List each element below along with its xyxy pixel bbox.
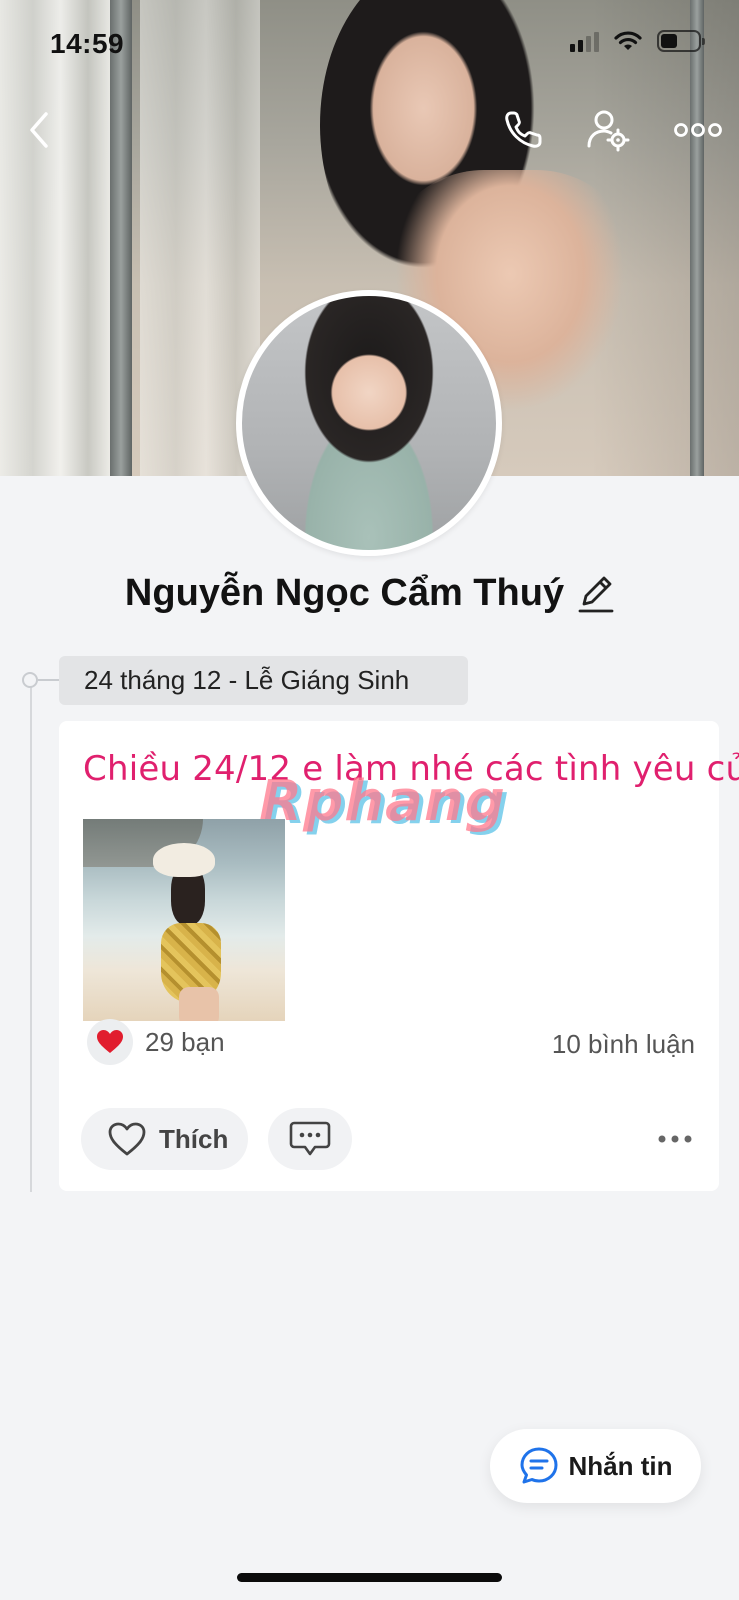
back-button[interactable] [12,102,68,158]
send-message-label: Nhắn tin [568,1450,673,1481]
message-icon [520,1447,557,1484]
post-more-button[interactable] [655,1119,695,1159]
timeline-dot [22,672,38,688]
more-horizontal-icon [658,1135,692,1143]
chevron-left-icon [30,112,48,148]
comment-icon [289,1121,331,1156]
status-time: 14:59 [50,28,125,59]
battery-fill [661,34,678,48]
profile-avatar[interactable] [236,290,502,556]
profile-screen: 14:59 Nguyễn Ngọc Cẩm Thuý 24 tháng 12 -… [0,0,739,1600]
profile-name-row: Nguyễn Ngọc Cẩm Thuý [0,572,739,615]
watermark-logo: Rphang [259,769,506,834]
phone-icon [505,111,542,148]
battery-icon [657,30,705,52]
send-message-button[interactable]: Nhắn tin [490,1429,701,1503]
timeline-date-label: 24 tháng 12 - Lễ Giáng Sinh [59,656,468,705]
status-bar: 14:59 [0,0,739,90]
call-button[interactable] [495,102,551,158]
cellular-signal-icon [570,30,599,52]
profile-settings-button[interactable] [580,102,636,158]
comment-button[interactable] [268,1108,352,1170]
heart-icon [87,1019,133,1065]
timeline-connector [38,679,60,681]
more-options-button[interactable] [668,102,728,158]
reaction-count: 29 bạn [145,1026,225,1057]
profile-name: Nguyễn Ngọc Cẩm Thuý [124,572,565,614]
more-options-icon [674,123,722,137]
heart-outline-icon [108,1122,146,1156]
wifi-icon [614,31,642,50]
timeline-line [30,680,32,1192]
post-card[interactable]: Chiều 24/12 e làm nhé các tình yêu của e… [59,721,739,1191]
like-label: Thích [159,1123,229,1154]
post-photo[interactable] [83,819,285,1021]
comment-count[interactable]: 10 bình luận [552,1029,695,1060]
user-settings-icon [587,110,630,152]
like-button[interactable]: Thích [81,1108,248,1170]
pencil-icon[interactable] [578,574,614,614]
status-icons [570,30,705,52]
reaction-summary[interactable]: 29 bạn [87,1019,225,1065]
home-indicator[interactable] [237,1573,502,1582]
